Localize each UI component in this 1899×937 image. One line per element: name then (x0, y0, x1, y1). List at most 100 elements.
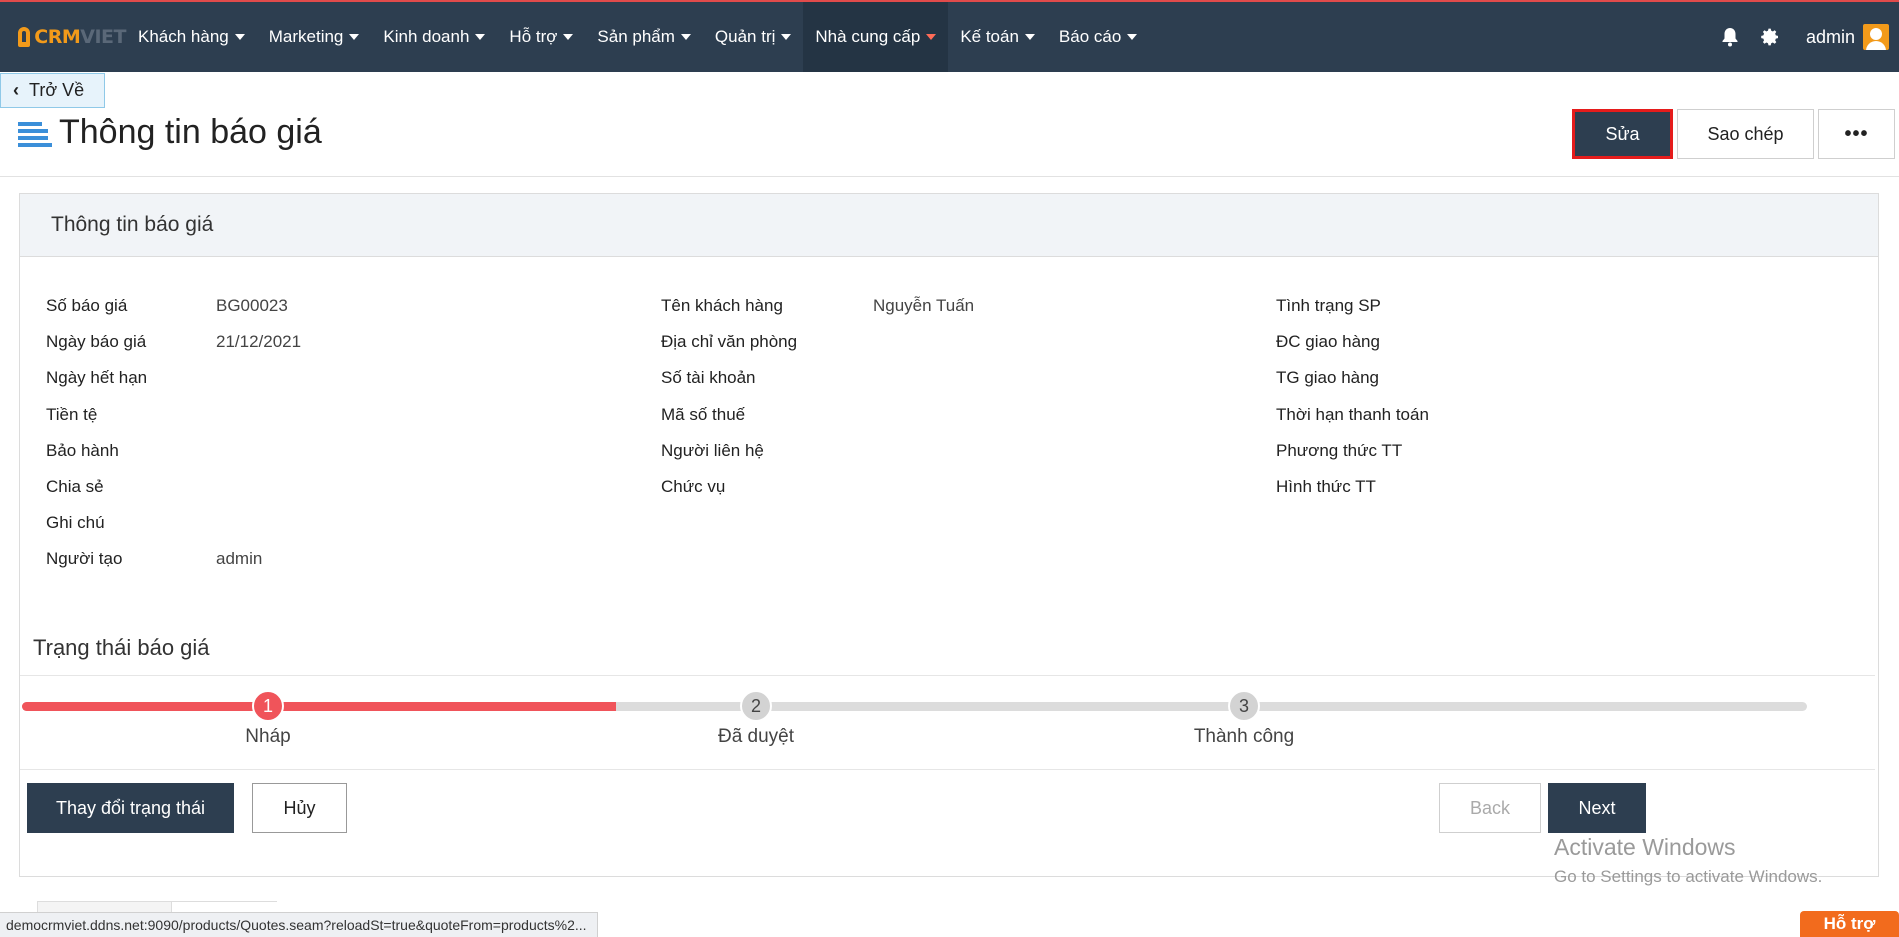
status-title: Trạng thái báo giá (33, 635, 210, 660)
logo-mark-icon (18, 27, 31, 47)
nav-item[interactable]: Sản phẩm (585, 2, 703, 72)
field-label: Tên khách hàng (661, 296, 783, 316)
nav-item-label: Báo cáo (1058, 27, 1122, 46)
field-label: Tình trạng SP (1276, 296, 1381, 316)
field-label: Địa chỉ văn phòng (661, 332, 798, 352)
fields-column-3: Tình trạng SP ĐC giao hàng TG giao hàng Thờ… (1276, 288, 1876, 505)
field-label: Chức vụ (661, 477, 726, 497)
nav-item-label: Hỗ trợ (509, 27, 558, 46)
field-label: Mã số thuế (661, 404, 746, 424)
field-row: Mã số thuế (661, 397, 1261, 433)
fields-column-2: Tên khách hàng Nguyễn Tuấn Địa chỉ văn phò… (661, 288, 1261, 505)
nav-item[interactable]: Marketing (257, 2, 372, 72)
edit-button[interactable]: Sửa (1572, 109, 1673, 159)
field-label: Số tài khoản (661, 368, 756, 388)
field-row: Thời hạn thanh toán (1276, 397, 1876, 433)
caret-down-icon (563, 34, 574, 40)
copy-button[interactable]: Sao chép (1677, 109, 1814, 159)
field-label: Chia sẻ (46, 477, 104, 497)
user-name[interactable]: admin (1806, 27, 1855, 48)
field-label: Người tạo (46, 549, 123, 569)
field-row: Ngày hết hạn (46, 360, 646, 396)
field-label: Ngày báo giá (46, 332, 147, 352)
caret-down-icon (1024, 34, 1035, 40)
nav-item-label: Marketing (268, 27, 344, 46)
caret-down-icon (781, 34, 792, 40)
field-row: Ngày báo giá 21/12/2021 (46, 324, 646, 360)
field-value: Nguyễn Tuấn (873, 296, 975, 316)
nav-item[interactable]: Khách hàng (126, 2, 257, 72)
nav-item[interactable]: Kế toán (948, 2, 1047, 72)
page-title: Thông tin báo giá (59, 113, 322, 151)
field-row: Tiền tệ (46, 397, 646, 433)
field-row: Hình thức TT (1276, 469, 1876, 505)
nav-item-label: Khách hàng (138, 27, 229, 46)
status-step[interactable]: 2 Đã duyệt (656, 690, 856, 748)
step-number: 1 (252, 690, 284, 722)
field-row: ĐC giao hàng (1276, 324, 1876, 360)
caret-down-icon (926, 34, 937, 40)
change-status-button[interactable]: Thay đổi trạng thái (27, 783, 234, 833)
cancel-button[interactable]: Hủy (252, 783, 347, 833)
support-button[interactable]: Hỗ trợ (1800, 911, 1899, 937)
top-navbar: CRMVIET Khách hàng Marketing Kinh doanh Hỗ … (0, 0, 1899, 72)
field-label: Bảo hành (46, 440, 119, 460)
quote-info-panel: Thông tin báo giá Số báo giá BG00023 Ngày … (19, 193, 1879, 877)
nav-item-label: Sản phẩm (597, 27, 675, 46)
field-label: Số báo giá (46, 296, 128, 316)
field-label: TG giao hàng (1276, 368, 1380, 388)
field-label: Hình thức TT (1276, 477, 1376, 497)
field-label: Ngày hết hạn (46, 368, 148, 388)
back-step-button[interactable]: Back (1439, 783, 1541, 833)
field-label: Người liên hệ (661, 440, 764, 460)
field-row: Địa chỉ văn phòng (661, 324, 1261, 360)
main-menu: Khách hàng Marketing Kinh doanh Hỗ trợ Sản p… (126, 2, 1149, 72)
nav-item-label: Quản trị (714, 27, 776, 46)
step-number: 2 (740, 690, 772, 722)
fields-column-1: Số báo giá BG00023 Ngày báo giá 21/12/2021 N… (46, 288, 646, 578)
nav-item[interactable]: Báo cáo (1047, 2, 1149, 72)
nav-right: admin (1710, 2, 1899, 72)
status-bar-url: democrmviet.ddns.net:9090/products/Quote… (0, 912, 598, 937)
nav-item[interactable]: Quản trị (703, 2, 803, 72)
field-label: Ghi chú (46, 513, 105, 533)
back-button[interactable]: ‹ Trở Về (0, 73, 105, 108)
panel-title: Thông tin báo giá (20, 194, 1878, 257)
caret-down-icon (475, 34, 486, 40)
back-button-label: Trở Về (29, 80, 85, 100)
more-options-button[interactable]: ••• (1818, 109, 1895, 159)
next-step-button[interactable]: Next (1548, 783, 1646, 833)
caret-down-icon (1127, 34, 1138, 40)
field-row: Người liên hệ (661, 433, 1261, 469)
bell-icon[interactable] (1710, 17, 1750, 57)
header-divider (0, 176, 1899, 177)
field-label: Phương thức TT (1276, 440, 1403, 460)
status-step[interactable]: 1 Nháp (168, 690, 368, 748)
field-value: 21/12/2021 (216, 332, 302, 352)
caret-down-icon (349, 34, 360, 40)
status-step[interactable]: 3 Thành công (1144, 690, 1344, 748)
field-row: Bảo hành (46, 433, 646, 469)
field-row: Tên khách hàng Nguyễn Tuấn (661, 288, 1261, 324)
field-row: Số báo giá BG00023 (46, 288, 646, 324)
logo-text: CRMVIET (34, 26, 126, 48)
divider (20, 769, 1875, 770)
avatar[interactable] (1863, 24, 1889, 50)
step-label: Thành công (1193, 726, 1295, 747)
field-row: Chức vụ (661, 469, 1261, 505)
nav-item[interactable]: Nhà cung cấp (803, 2, 949, 72)
field-row: Người tạo admin (46, 541, 646, 577)
windows-activation-watermark: Activate Windows Go to Settings to activ… (1554, 834, 1822, 887)
field-row: Phương thức TT (1276, 433, 1876, 469)
step-number: 3 (1228, 690, 1260, 722)
field-row: Tình trạng SP (1276, 288, 1876, 324)
watermark-line-1: Activate Windows (1554, 834, 1736, 860)
list-icon (18, 119, 54, 147)
nav-item[interactable]: Hỗ trợ (497, 2, 585, 72)
gear-icon[interactable] (1750, 17, 1790, 57)
nav-item-label: Nhà cung cấp (815, 27, 921, 46)
crmviet-logo[interactable]: CRMVIET (18, 17, 126, 57)
field-row: Số tài khoản (661, 360, 1261, 396)
nav-item[interactable]: Kinh doanh (371, 2, 497, 72)
caret-down-icon (234, 34, 245, 40)
